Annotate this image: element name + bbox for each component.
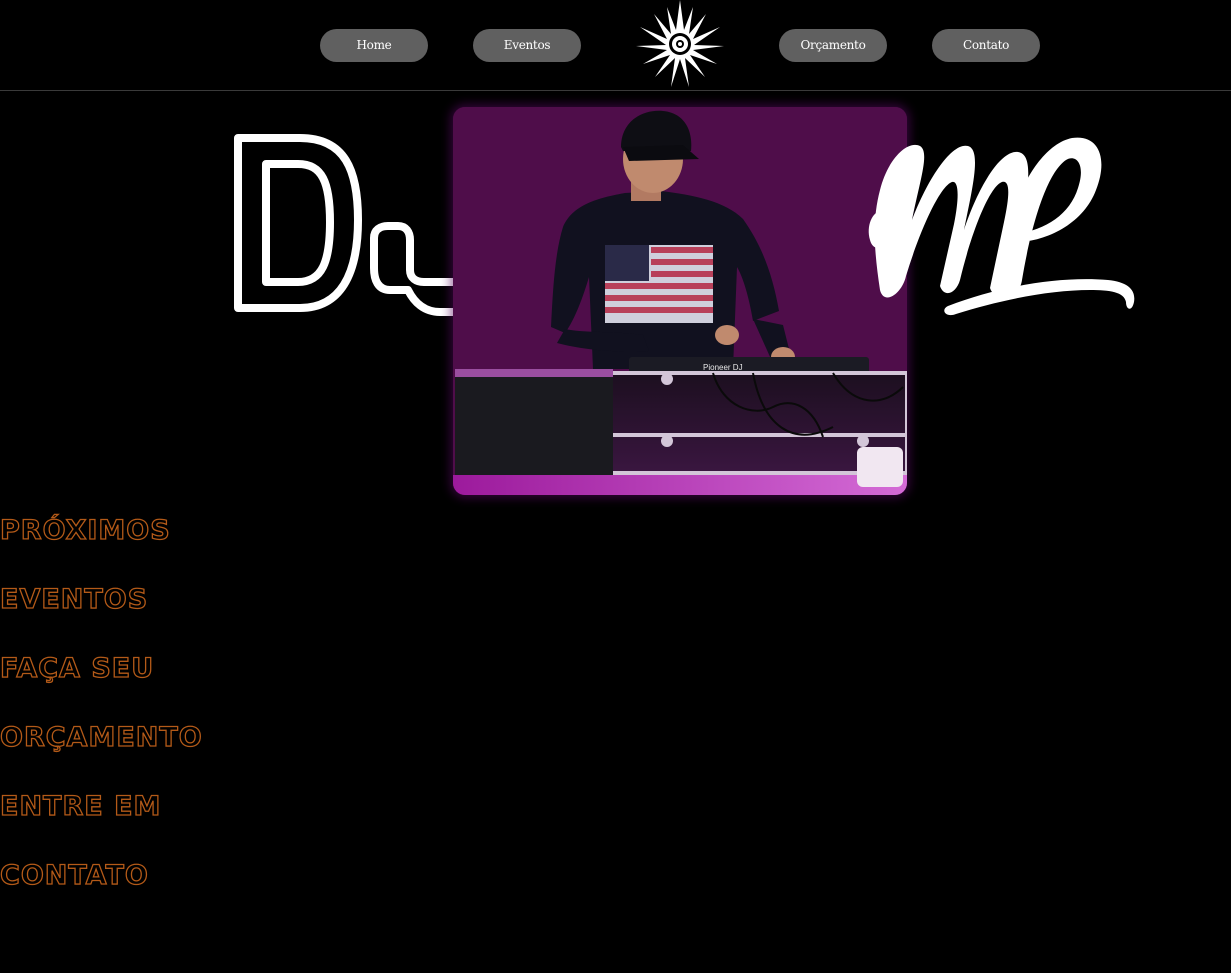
nav-home-button[interactable]: Home xyxy=(320,29,428,62)
eventos-link-line2[interactable]: EVENTOS xyxy=(0,577,400,646)
nav-orcamento-button[interactable]: Orçamento xyxy=(779,29,887,62)
section-links: PRÓXIMOS EVENTOS FAÇA SEU ORÇAMENTO ENTR… xyxy=(0,508,400,922)
faca-seu-link-line1[interactable]: FAÇA SEU xyxy=(0,646,400,715)
mixer-brand-label: Pioneer DJ xyxy=(703,363,743,372)
top-navigation-bar: Home Eventos Orçamento Contato xyxy=(0,0,1231,91)
entre-em-link-line1[interactable]: ENTRE EM xyxy=(0,784,400,853)
nav-eventos-button[interactable]: Eventos xyxy=(473,29,581,62)
mp-title-logo xyxy=(860,130,1140,320)
proximos-link-line1[interactable]: PRÓXIMOS xyxy=(0,508,400,577)
nav-contato-button[interactable]: Contato xyxy=(932,29,1040,62)
starburst-icon[interactable] xyxy=(634,0,726,90)
dj-performer-photo: Pioneer DJ xyxy=(453,107,907,495)
contato-link-line2[interactable]: CONTATO xyxy=(0,853,400,922)
orcamento-link-line2[interactable]: ORÇAMENTO xyxy=(0,715,400,784)
